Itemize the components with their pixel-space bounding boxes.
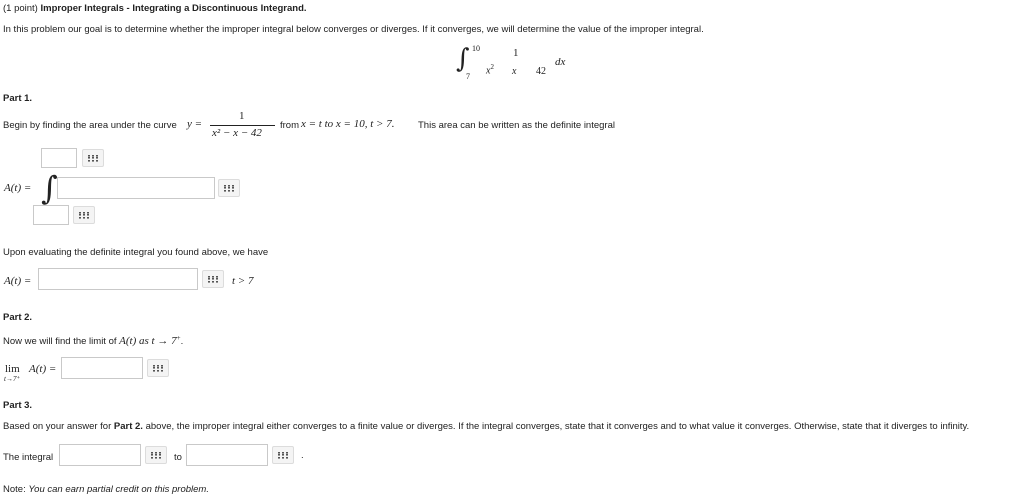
part1-from: from <box>280 120 299 131</box>
A-of-t-label-2: A(t) = <box>4 275 32 287</box>
upper-limit-keypad-button[interactable] <box>82 149 104 167</box>
keypad-grid-icon <box>88 154 98 162</box>
integrand-numerator: 1 <box>513 47 519 59</box>
keypad-grid-icon <box>79 211 89 219</box>
integral-sign: ∫ <box>456 44 470 74</box>
part3-text: Based on your answer for Part 2. above, … <box>3 421 970 432</box>
converges-keypad-button[interactable] <box>145 446 167 464</box>
intro-text: In this problem our goal is to determine… <box>3 24 704 35</box>
upper-limit: 10 <box>472 44 480 53</box>
part3-heading: Part 3. <box>3 400 33 411</box>
limit-keypad-button[interactable] <box>147 359 169 377</box>
lim-label: lim <box>5 363 20 375</box>
to-label: to <box>174 452 182 463</box>
lower-limit: 7 <box>466 72 470 81</box>
part3-period: . <box>301 450 304 461</box>
A-of-t-keypad-button[interactable] <box>202 270 224 288</box>
A-of-t-label: A(t) = <box>4 182 32 194</box>
dx-label: dx <box>555 56 566 68</box>
keypad-grid-icon <box>278 451 288 459</box>
the-integral-label: The integral <box>3 452 54 463</box>
lower-limit-keypad-button[interactable] <box>73 206 95 224</box>
integral-sign-part1: ∫ <box>41 169 58 207</box>
lower-limit-input[interactable] <box>33 205 69 225</box>
limit-input[interactable] <box>61 357 143 379</box>
integrand-42: 42 <box>536 66 546 77</box>
keypad-grid-icon <box>153 364 163 372</box>
part1-frac-den: x² − x − 42 <box>212 127 262 139</box>
part2-heading: Part 2. <box>3 312 33 323</box>
converges-diverges-input[interactable] <box>59 444 141 466</box>
part1-y-equals: y = <box>187 118 203 130</box>
keypad-grid-icon <box>151 451 161 459</box>
integrand-keypad-button[interactable] <box>218 179 240 197</box>
integrand-x: x <box>512 66 517 77</box>
evaluating-text: Upon evaluating the definite integral yo… <box>3 247 269 258</box>
part1-text-before: Begin by finding the area under the curv… <box>3 120 177 131</box>
part1-heading: Part 1. <box>3 93 33 104</box>
part1-text-after: This area can be written as the definite… <box>418 120 615 131</box>
part1-frac-num: 1 <box>239 110 245 122</box>
t-condition: t > 7 <box>232 275 254 287</box>
points-label: (1 point) <box>3 3 38 14</box>
A-of-t-input[interactable] <box>38 268 198 290</box>
problem-header: (1 point) Improper Integrals - Integrati… <box>3 3 307 14</box>
lim-expression: A(t) = <box>29 363 57 375</box>
part1-frac-line <box>210 125 275 126</box>
integrand-input[interactable] <box>57 177 215 199</box>
integrand-x2: x2 <box>486 63 494 77</box>
integral-value-input[interactable] <box>186 444 268 466</box>
part2-text: Now we will find the limit of A(t) as t … <box>3 334 184 348</box>
value-keypad-button[interactable] <box>272 446 294 464</box>
note: Note: You can earn partial credit on thi… <box>3 484 209 495</box>
keypad-grid-icon <box>208 275 218 283</box>
problem-title: Improper Integrals - Integrating a Disco… <box>40 3 307 14</box>
upper-limit-input[interactable] <box>41 148 77 168</box>
keypad-grid-icon <box>224 184 234 192</box>
lim-subscript: t→7⁺ <box>4 375 21 383</box>
part1-range: x = t to x = 10, t > 7. <box>301 118 395 130</box>
